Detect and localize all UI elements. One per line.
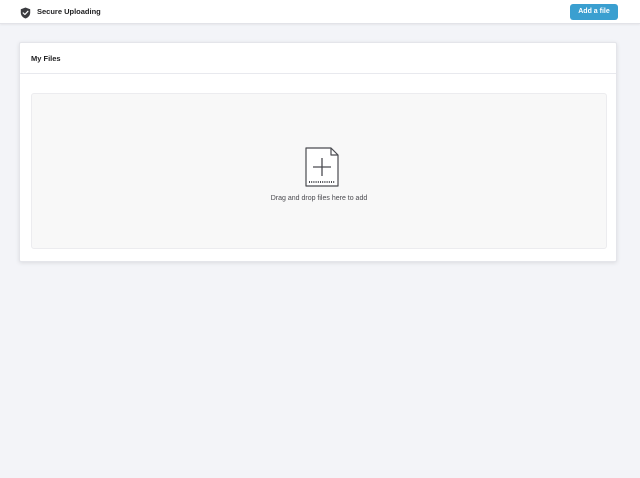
- shield-check-icon: [20, 6, 31, 19]
- app-title: Secure Uploading: [37, 7, 101, 16]
- file-dropzone[interactable]: Drag and drop files here to add: [31, 93, 607, 249]
- card-title: My Files: [31, 53, 61, 63]
- card-header: My Files: [20, 43, 616, 74]
- dropzone-text: Drag and drop files here to add: [270, 195, 368, 202]
- file-add-icon: [305, 147, 339, 187]
- top-bar: Secure Uploading Add a file: [0, 0, 640, 24]
- add-file-button[interactable]: Add a file: [570, 4, 618, 20]
- my-files-card: My Files Drag and drop files here to add: [19, 42, 617, 262]
